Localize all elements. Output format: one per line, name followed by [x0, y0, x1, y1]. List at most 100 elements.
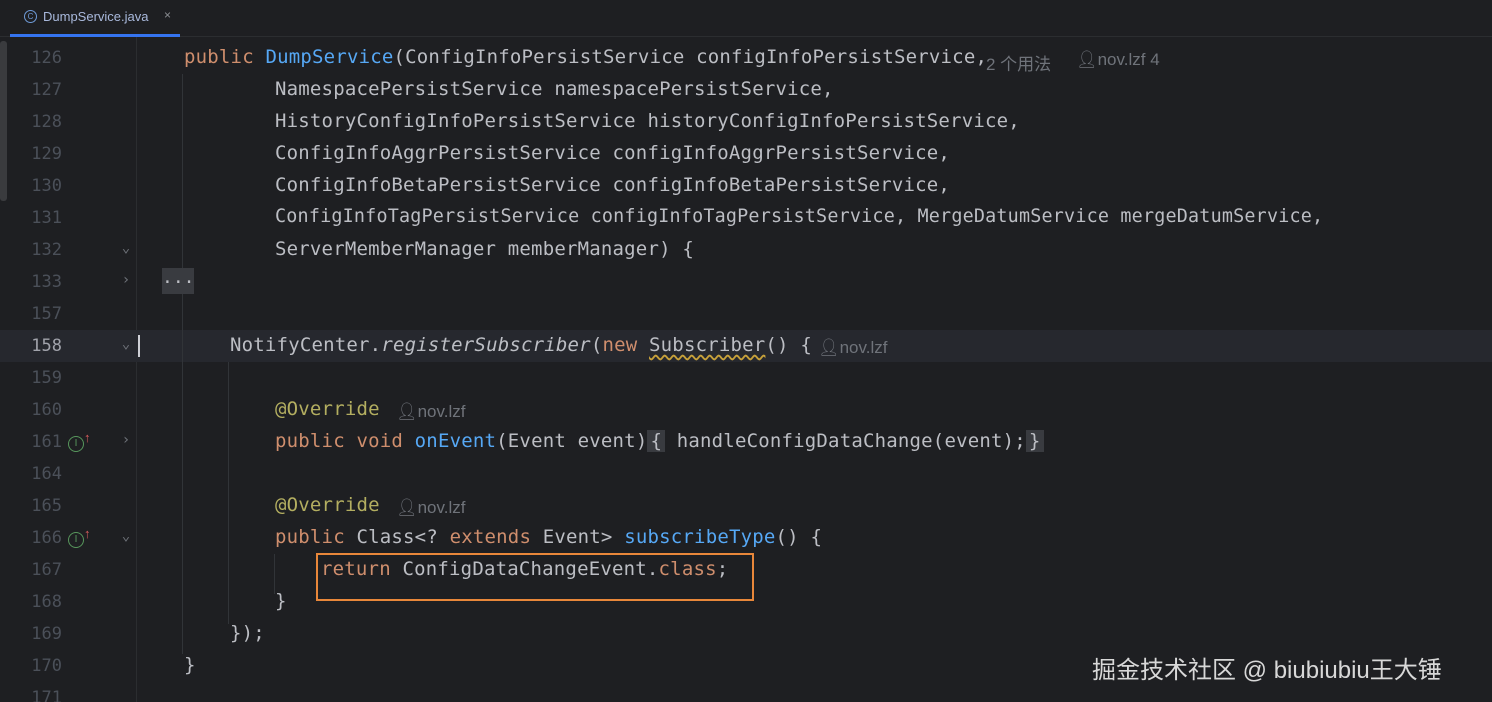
- code-line-132[interactable]: 132 ⌄ ServerMemberManager memberManager)…: [0, 234, 1492, 266]
- code-text: (ConfigInfoPersistService configInfoPers…: [393, 46, 988, 68]
- author-hint[interactable]: 👤︎nov.lzf 4: [1076, 50, 1160, 70]
- author-label: nov.lzf: [839, 338, 888, 357]
- line-number: 170: [31, 656, 62, 676]
- code-text: public void onEvent(Event event){ handle…: [275, 430, 1044, 452]
- method-call: registerSubscriber: [381, 334, 591, 356]
- method-name: onEvent: [414, 430, 497, 452]
- user-icon: 👤︎: [396, 498, 418, 517]
- code-text: ServerMemberManager memberManager) {: [275, 238, 695, 260]
- code-line-166[interactable]: 166 I ↑ ⌄ public Class<? extends Event> s…: [0, 522, 1492, 554]
- folded-region[interactable]: ...: [162, 268, 195, 294]
- keyword: public: [184, 46, 254, 68]
- code-text: NotifyCenter.: [230, 334, 382, 356]
- code-text: });: [230, 622, 265, 644]
- line-number: 129: [31, 144, 62, 164]
- line-number: 161: [31, 432, 62, 452]
- code-text: HistoryConfigInfoPersistService historyC…: [275, 110, 1020, 132]
- line-number: 166: [31, 528, 62, 548]
- code-line-169[interactable]: 169 });: [0, 618, 1492, 650]
- code-text: }: [275, 590, 287, 612]
- code-text: ConfigInfoBetaPersistService configInfoB…: [275, 174, 951, 196]
- line-number: 169: [31, 624, 62, 644]
- implements-method-icon[interactable]: I ↑: [68, 526, 91, 548]
- code-line-127[interactable]: 127 NamespacePersistService namespacePer…: [0, 74, 1492, 106]
- keyword: new: [602, 334, 638, 356]
- folded-brace[interactable]: {: [647, 430, 666, 452]
- line-number: 157: [31, 304, 62, 324]
- code-line-160[interactable]: 160 @Override 👤︎nov.lzf: [0, 394, 1492, 426]
- keyword: extends: [449, 526, 532, 548]
- author-label: nov.lzf 4: [1097, 50, 1160, 69]
- code-text: public Class<? extends Event> subscribeT…: [275, 526, 822, 548]
- author-hint[interactable]: 👤︎nov.lzf: [396, 498, 465, 518]
- code-text: }: [184, 654, 196, 676]
- user-icon: 👤︎: [396, 402, 418, 421]
- line-number: 167: [31, 560, 62, 580]
- tab-label: DumpService.java: [43, 9, 149, 24]
- code-text: handleConfigDataChange(event);: [665, 430, 1026, 452]
- annotation: @Override: [275, 494, 380, 516]
- chevron-down-icon[interactable]: ⌄: [118, 336, 134, 352]
- code-line-129[interactable]: 129 ConfigInfoAggrPersistService configI…: [0, 138, 1492, 170]
- code-line-157[interactable]: 157: [0, 298, 1492, 330]
- line-number: 160: [31, 400, 62, 420]
- code-line-128[interactable]: 128 HistoryConfigInfoPersistService hist…: [0, 106, 1492, 138]
- chevron-down-icon[interactable]: ⌄: [118, 240, 134, 256]
- class-name: Subscriber: [649, 334, 766, 356]
- line-number: 165: [31, 496, 62, 516]
- line-number: 133: [31, 272, 62, 292]
- line-number: 132: [31, 240, 62, 260]
- code-line-130[interactable]: 130 ConfigInfoBetaPersistService configI…: [0, 170, 1492, 202]
- code-line-165[interactable]: 165 @Override 👤︎nov.lzf: [0, 490, 1492, 522]
- author-label: nov.lzf: [417, 402, 466, 421]
- line-number: 128: [31, 112, 62, 132]
- tab-dumpservice-java[interactable]: C DumpService.java ×: [10, 0, 180, 37]
- code-line-133[interactable]: 133 › ...: [0, 266, 1492, 298]
- usages-hint[interactable]: 2 个用法: [986, 50, 1051, 75]
- chevron-right-icon[interactable]: ›: [118, 272, 134, 288]
- editor-tab-bar: C DumpService.java ×: [0, 0, 1492, 37]
- code-line-161[interactable]: 161 I ↑ › public void onEvent(Event event…: [0, 426, 1492, 458]
- code-text: (Event event): [496, 430, 648, 452]
- class-icon: C: [24, 10, 37, 23]
- code-line-131[interactable]: 131 ConfigInfoTagPersistService configIn…: [0, 202, 1492, 234]
- author-label: nov.lzf: [417, 498, 466, 517]
- code-text: () {: [775, 526, 823, 548]
- user-icon: 👤︎: [818, 338, 840, 357]
- user-icon: 👤︎: [1076, 50, 1098, 69]
- code-text: public DumpService(ConfigInfoPersistServ…: [184, 46, 987, 68]
- keyword: public: [275, 526, 345, 548]
- line-number: 164: [31, 464, 62, 484]
- code-text: () {: [765, 334, 812, 356]
- line-number: 131: [31, 208, 62, 228]
- code-text: NotifyCenter.registerSubscriber(new Subs…: [230, 334, 812, 356]
- chevron-down-icon[interactable]: ⌄: [118, 528, 134, 544]
- code-line-159[interactable]: 159: [0, 362, 1492, 394]
- code-text: ConfigInfoAggrPersistService configInfoA…: [275, 142, 951, 164]
- line-number: 171: [31, 688, 62, 702]
- code-line-158[interactable]: 158 ⌄ NotifyCenter.registerSubscriber(ne…: [0, 330, 1492, 362]
- line-number: 168: [31, 592, 62, 612]
- implements-method-icon[interactable]: I ↑: [68, 430, 91, 452]
- keyword: public void: [275, 430, 404, 452]
- code-text: (: [590, 334, 603, 356]
- code-line-164[interactable]: 164: [0, 458, 1492, 490]
- method-name: subscribeType: [624, 526, 776, 548]
- highlight-box: [316, 553, 754, 601]
- line-number: 130: [31, 176, 62, 196]
- code-text: Class<?: [356, 526, 438, 548]
- line-number: 159: [31, 368, 62, 388]
- folded-brace[interactable]: }: [1025, 430, 1044, 452]
- text-caret: [138, 335, 140, 357]
- code-text: Event>: [542, 526, 613, 548]
- close-icon[interactable]: ×: [164, 8, 171, 22]
- author-hint[interactable]: 👤︎nov.lzf: [818, 338, 887, 358]
- chevron-right-icon[interactable]: ›: [118, 432, 134, 448]
- annotation: @Override: [275, 398, 380, 420]
- code-text: ConfigInfoTagPersistService configInfoTa…: [275, 206, 1324, 227]
- author-hint[interactable]: 👤︎nov.lzf: [396, 402, 465, 422]
- code-line-126[interactable]: 126 public DumpService(ConfigInfoPersist…: [0, 42, 1492, 74]
- code-line-171[interactable]: 171: [0, 682, 1492, 702]
- line-number: 158: [31, 336, 62, 356]
- method-name: DumpService: [265, 46, 394, 68]
